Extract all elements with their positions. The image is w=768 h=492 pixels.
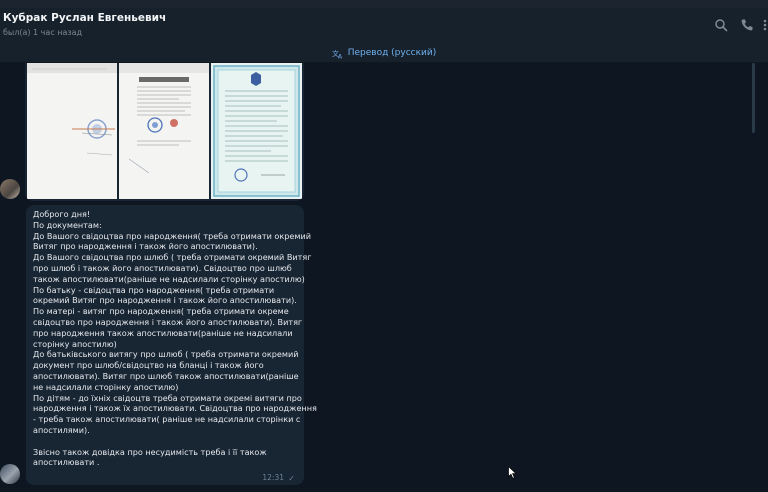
phone-icon[interactable] <box>740 18 754 32</box>
message-text: Доброго дня! По документам: До Вашого св… <box>33 209 317 468</box>
avatar[interactable] <box>0 179 20 199</box>
message-line: документ про шлюб/свідоцтво на бланці і … <box>33 360 264 371</box>
message-line: апостилювати . <box>33 457 100 468</box>
message-time: 12:31 <box>262 473 284 482</box>
translate-label[interactable]: Перевод (русский) <box>348 48 437 58</box>
avatar[interactable] <box>0 464 20 484</box>
message-line: По дітям - до їхніх свідоцтв треба отрим… <box>33 392 302 403</box>
message-line: Звісно також довідка про несудимість тре… <box>33 446 267 457</box>
message-line: також апостилювати(раніше не надсилали с… <box>33 273 305 284</box>
message-line: - треба також апостилювати( раніше не на… <box>33 414 301 425</box>
message-line: Витяг про народження і також його апости… <box>33 241 258 252</box>
chat-header: Кубрак Руслан Евгеньевич был(а) 1 час на… <box>0 8 768 44</box>
translate-bar[interactable]: 文 A Перевод (русский) <box>0 44 768 63</box>
photo-album[interactable] <box>25 63 304 201</box>
message-line: До Вашого свідоцтва про шлюб ( треба отр… <box>33 252 312 263</box>
svg-text:A: A <box>338 53 343 59</box>
message-line: До Вашого свідоцтва про народження( треб… <box>33 230 312 241</box>
message-line: апостилювати). Витяг про шлюб також апос… <box>33 370 299 381</box>
window-top-strip <box>0 0 768 8</box>
translate-icon: 文 A <box>332 49 343 59</box>
message-line: свідоцтво про народження і також його ап… <box>33 316 303 327</box>
message-line: окремий Витяг про народження і також йог… <box>33 295 297 306</box>
message-line: По матері - витяг про народження( треба … <box>33 306 289 317</box>
more-icon[interactable] <box>762 18 768 32</box>
chat-scrollbar[interactable] <box>752 63 755 483</box>
read-check-icon: ✓ <box>288 474 295 483</box>
message-line: не надсилали сторінку апостилю) <box>33 381 179 392</box>
document-photo-1[interactable] <box>27 63 117 199</box>
message-line: По документам: <box>33 219 102 230</box>
message-line: Доброго дня! <box>33 209 91 219</box>
search-icon[interactable] <box>714 18 728 32</box>
message-bubble[interactable]: Доброго дня! По документам: До Вашого св… <box>26 205 317 485</box>
message-line: По батьку - свідоцтва про народження( тр… <box>33 284 275 295</box>
message-line: про шлюб і також його апостилювати). Сві… <box>33 262 292 273</box>
message-line: До батьківського витягу про шлюб ( треба… <box>33 349 299 360</box>
message-line: апостилями). <box>33 424 90 435</box>
message-line <box>33 436 299 447</box>
message-line: народження і також їх апостилювати. Свід… <box>33 403 317 414</box>
document-photo-3[interactable] <box>211 63 302 199</box>
contact-status: был(а) 1 час назад <box>3 28 83 37</box>
message-line: сторінку апостилю) <box>33 338 117 349</box>
document-photo-2[interactable] <box>119 63 209 199</box>
message-line: про народження також апостилювати(раніше… <box>33 327 293 338</box>
contact-name[interactable]: Кубрак Руслан Евгеньевич <box>3 12 166 24</box>
mouse-cursor-icon <box>508 466 517 479</box>
